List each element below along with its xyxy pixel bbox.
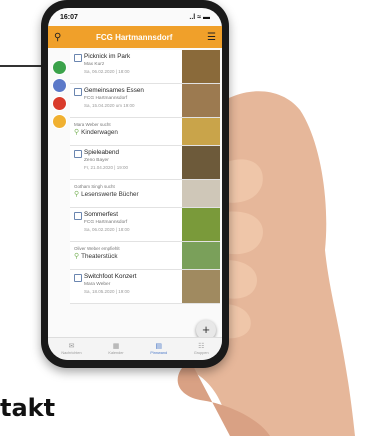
- status-time: 16:07: [60, 13, 78, 21]
- event-thumbnail: [182, 50, 220, 83]
- calendar-icon: [74, 150, 82, 158]
- event-thumbnail: [182, 146, 220, 179]
- search-icon: ⚲: [74, 253, 80, 260]
- request-thumbnail: [182, 242, 220, 269]
- request-thumbnail: [182, 180, 220, 207]
- sidebar-shortcut-0[interactable]: [52, 60, 67, 75]
- request-card[interactable]: Gotham Singh sucht ⚲ Lesenswerte Bücher: [70, 180, 220, 208]
- phone-screen: 16:07 ..l ≈ ▬ ⚲ FCG Hartmannsdorf ☰ Pick…: [48, 8, 222, 360]
- tab-3[interactable]: ☷ Gruppen: [194, 343, 209, 355]
- tab-icon: ✉: [68, 343, 75, 350]
- sidebar-shortcut-3[interactable]: [52, 114, 67, 129]
- request-card[interactable]: Oliver Weber empfiehlt ⚲ Theaterstück: [70, 242, 220, 270]
- sidebar-shortcut-2[interactable]: [52, 96, 67, 111]
- tab-label: Nachrichten: [61, 351, 82, 355]
- search-icon: ⚲: [74, 129, 80, 136]
- tab-icon: ▤: [155, 343, 163, 350]
- tab-icon: ☷: [198, 343, 205, 350]
- bottom-tab-bar: ✉ Nachrichten ▦ Kalender ▤ Pinnwand ☷ Gruppen: [48, 337, 222, 360]
- request-title: Lesenswerte Bücher: [81, 191, 139, 198]
- event-card[interactable]: Sommerfest FCG Hartmannsdorf Sa, 06.02.202…: [70, 208, 220, 242]
- event-card[interactable]: Spieleabend Zeno Bayer Fr, 21.04.2020 | 19…: [70, 146, 220, 180]
- page-heading: takt: [0, 394, 56, 422]
- search-icon[interactable]: ⚲: [54, 32, 61, 43]
- pinboard-feed: Picknick im Park Max Kurz Sa, 06.02.2020 |…: [70, 50, 220, 304]
- event-thumbnail: [182, 84, 220, 117]
- sidebar-shortcut-1[interactable]: [52, 78, 67, 93]
- tab-label: Pinnwand: [150, 351, 168, 355]
- request-title: Kinderwagen: [81, 129, 118, 136]
- tab-label: Gruppen: [193, 351, 209, 355]
- event-thumbnail: [182, 208, 220, 241]
- calendar-icon: [74, 88, 82, 96]
- event-card[interactable]: Gemeinsames Essen FCG Hartmannsdorf Sa, 15…: [70, 84, 220, 118]
- tab-label: Kalender: [108, 351, 124, 355]
- search-icon: ⚲: [74, 191, 80, 198]
- tab-2[interactable]: ▤ Pinnwand: [150, 343, 167, 355]
- calendar-icon: [74, 54, 82, 62]
- tab-1[interactable]: ▦ Kalender: [108, 343, 123, 355]
- app-header: ⚲ FCG Hartmannsdorf ☰: [48, 26, 222, 48]
- calendar-icon: [74, 274, 82, 282]
- event-thumbnail: [182, 270, 220, 303]
- calendar-icon: [74, 212, 82, 220]
- event-card[interactable]: Switchfoot Konzert Mara Weber Sa, 18.05.20…: [70, 270, 220, 304]
- request-thumbnail: [182, 118, 220, 145]
- tab-0[interactable]: ✉ Nachrichten: [61, 343, 81, 355]
- menu-icon[interactable]: ☰: [207, 32, 216, 43]
- tab-icon: ▦: [112, 343, 120, 350]
- status-indicators: ..l ≈ ▬: [189, 13, 210, 21]
- status-bar: 16:07 ..l ≈ ▬: [48, 8, 222, 26]
- event-card[interactable]: Picknick im Park Max Kurz Sa, 06.02.2020 |…: [70, 50, 220, 84]
- request-title: Theaterstück: [81, 253, 118, 260]
- sidebar-shortcuts: [52, 60, 67, 129]
- request-card[interactable]: Mara Weber sucht ⚲ Kinderwagen: [70, 118, 220, 146]
- app-title: FCG Hartmannsdorf: [95, 32, 173, 42]
